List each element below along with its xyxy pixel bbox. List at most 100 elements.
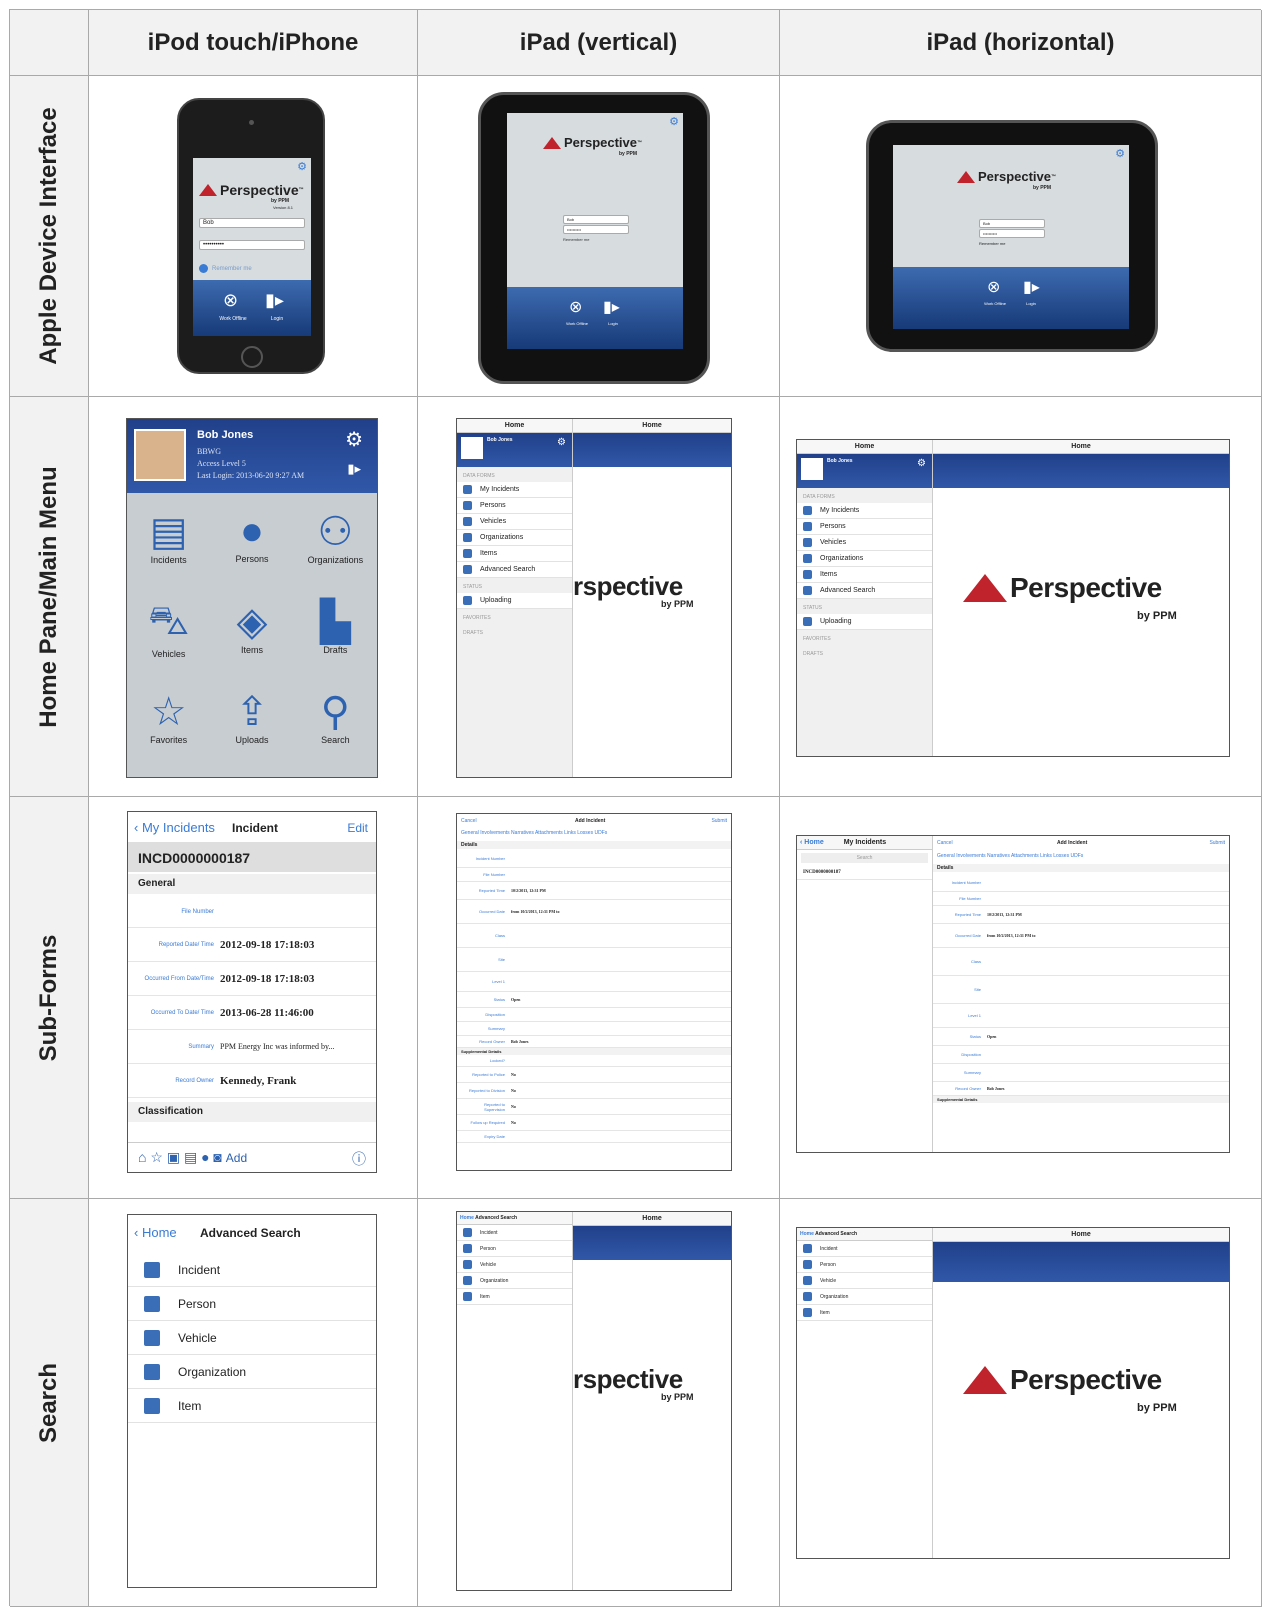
work-offline-icon[interactable]: ⊗ [987, 277, 1000, 297]
search-vehicle[interactable]: Vehicle [457, 1257, 572, 1273]
gear-icon[interactable]: ⚙ [669, 115, 679, 128]
back-button[interactable]: Home [460, 1215, 474, 1221]
menu-vehicles[interactable]: Vehicles [797, 535, 932, 551]
menu-items[interactable]: Items [797, 567, 932, 583]
person-icon[interactable]: ● [201, 1149, 209, 1165]
incidents-icon [144, 1261, 160, 1278]
car-icon: ⛍ [148, 599, 190, 643]
upload-icon [803, 617, 812, 626]
menu-my-incidents[interactable]: My Incidents [457, 482, 572, 498]
edit-button[interactable]: Edit [347, 821, 368, 835]
lock-icon[interactable]: ▣ [167, 1149, 180, 1165]
menu-persons[interactable]: Persons [457, 498, 572, 514]
menu-my-incidents[interactable]: My Incidents [797, 503, 932, 519]
tile-persons[interactable]: ● Persons [210, 499, 293, 589]
work-offline-icon[interactable]: ⊗ [223, 290, 238, 311]
remember-me[interactable]: Remember me [979, 241, 1005, 246]
cancel-button[interactable]: Cancel [937, 840, 953, 846]
organizations-icon [803, 1292, 812, 1301]
remember-me[interactable]: Remember me [563, 237, 589, 242]
gear-icon[interactable]: ⚙ [557, 437, 566, 448]
search-item[interactable]: Item [457, 1289, 572, 1305]
field-occurred-to[interactable]: Occurred To Date/ Time 2013-06-28 11:46:0… [128, 996, 376, 1030]
tile-favorites[interactable]: ☆ Favorites [127, 679, 210, 769]
search-icon [803, 586, 812, 595]
submit-button[interactable]: Submit [1209, 840, 1225, 846]
list-item[interactable]: INCD0000000187 [797, 866, 932, 880]
menu-uploading[interactable]: Uploading [457, 593, 572, 609]
camera-icon[interactable]: ◙ [213, 1149, 221, 1165]
search-incident[interactable]: Incident [457, 1225, 572, 1241]
tile-uploads[interactable]: ⇪ Uploads [210, 679, 293, 769]
tile-items[interactable]: ◈ Items [210, 589, 293, 679]
submit-button[interactable]: Submit [711, 818, 727, 824]
remember-me[interactable]: Remember me [199, 264, 252, 273]
menu-advanced-search[interactable]: Advanced Search [797, 583, 932, 599]
tab-bar[interactable]: General Involvements Narratives Attachme… [937, 853, 1083, 859]
cancel-button[interactable]: Cancel [461, 818, 477, 824]
menu-vehicles[interactable]: Vehicles [457, 514, 572, 530]
field-summary[interactable]: Summary PPM Energy Inc was informed by... [128, 1030, 376, 1064]
info-icon[interactable]: ⓘ [352, 1149, 366, 1169]
search-person[interactable]: Person [797, 1257, 932, 1273]
organizations-icon [144, 1363, 160, 1380]
password-field[interactable]: •••••••••• [563, 225, 629, 234]
tile-vehicles[interactable]: ⛍ Vehicles [127, 589, 210, 679]
field-reported[interactable]: Reported Date/ Time 2012-09-18 17:18:03 [128, 928, 376, 962]
back-button[interactable]: Home [800, 1231, 814, 1237]
tab-bar[interactable]: General Involvements Narratives Attachme… [461, 830, 607, 836]
menu-organizations[interactable]: Organizations [797, 551, 932, 567]
search-person[interactable]: Person [457, 1241, 572, 1257]
gear-icon[interactable]: ⚙ [1115, 147, 1125, 160]
username-field[interactable]: Bob [199, 218, 305, 228]
search-incident[interactable]: Incident [797, 1241, 932, 1257]
login-icon[interactable]: ▮▸ [1023, 277, 1040, 297]
search-vehicle[interactable]: Vehicle [128, 1321, 376, 1355]
password-field[interactable]: •••••••••• [979, 229, 1045, 238]
col-header-iphone: iPod touch/iPhone [89, 10, 418, 76]
field-file-number[interactable]: File Number [128, 896, 376, 928]
detail-pane: Home rspective by PPM [573, 419, 731, 609]
menu-persons[interactable]: Persons [797, 519, 932, 535]
gear-icon[interactable]: ⚙ [345, 427, 363, 452]
back-button[interactable]: ‹ Home [800, 839, 824, 846]
login-icon[interactable]: ▮▸ [265, 290, 284, 311]
search-vehicle[interactable]: Vehicle [797, 1273, 932, 1289]
field-occurred-from[interactable]: Occurred From Date/Time 2012-09-18 17:18:… [128, 962, 376, 996]
search-organization[interactable]: Organization [797, 1289, 932, 1305]
login-icon[interactable]: ▮▸ [603, 297, 620, 317]
tile-search[interactable]: ⚲ Search [294, 679, 377, 769]
home-icon[interactable]: ⌂ [138, 1149, 146, 1165]
star-icon[interactable]: ☆ [150, 1149, 163, 1165]
avatar [801, 458, 823, 480]
logout-icon[interactable]: ▮▸ [347, 461, 361, 477]
tile-drafts[interactable]: ▙ Drafts [294, 589, 377, 679]
password-field[interactable]: •••••••••• [199, 240, 305, 250]
menu-items[interactable]: Items [457, 546, 572, 562]
menu-advanced-search[interactable]: Advanced Search [457, 562, 572, 578]
gear-icon[interactable]: ⚙ [297, 160, 307, 173]
back-button[interactable]: ‹ My Incidents [134, 820, 215, 835]
username-field[interactable]: Bob [563, 215, 629, 224]
search-person[interactable]: Person [128, 1287, 376, 1321]
search-organization[interactable]: Organization [457, 1273, 572, 1289]
back-button[interactable]: ‹ Home [134, 1225, 177, 1240]
menu-uploading[interactable]: Uploading [797, 614, 932, 630]
search-incident[interactable]: Incident [128, 1253, 376, 1287]
username-field[interactable]: Bob [979, 219, 1045, 228]
field-record-owner[interactable]: Record Owner Kennedy, Frank [128, 1064, 376, 1098]
document-icon[interactable]: ▤ [184, 1149, 197, 1165]
home-button[interactable] [241, 346, 263, 368]
tile-organizations[interactable]: ⚇ Organizations [294, 499, 377, 589]
search-item[interactable]: Item [128, 1389, 376, 1423]
search-item[interactable]: Item [797, 1305, 932, 1321]
add-button[interactable]: Add [226, 1151, 247, 1165]
incidents-icon [803, 1244, 812, 1253]
tile-incidents[interactable]: ▤ Incidents [127, 499, 210, 589]
gear-icon[interactable]: ⚙ [917, 458, 926, 469]
organizations-icon [463, 1276, 472, 1285]
search-organization[interactable]: Organization [128, 1355, 376, 1389]
search-input[interactable]: Search [801, 853, 928, 863]
menu-organizations[interactable]: Organizations [457, 530, 572, 546]
work-offline-icon[interactable]: ⊗ [569, 297, 582, 317]
